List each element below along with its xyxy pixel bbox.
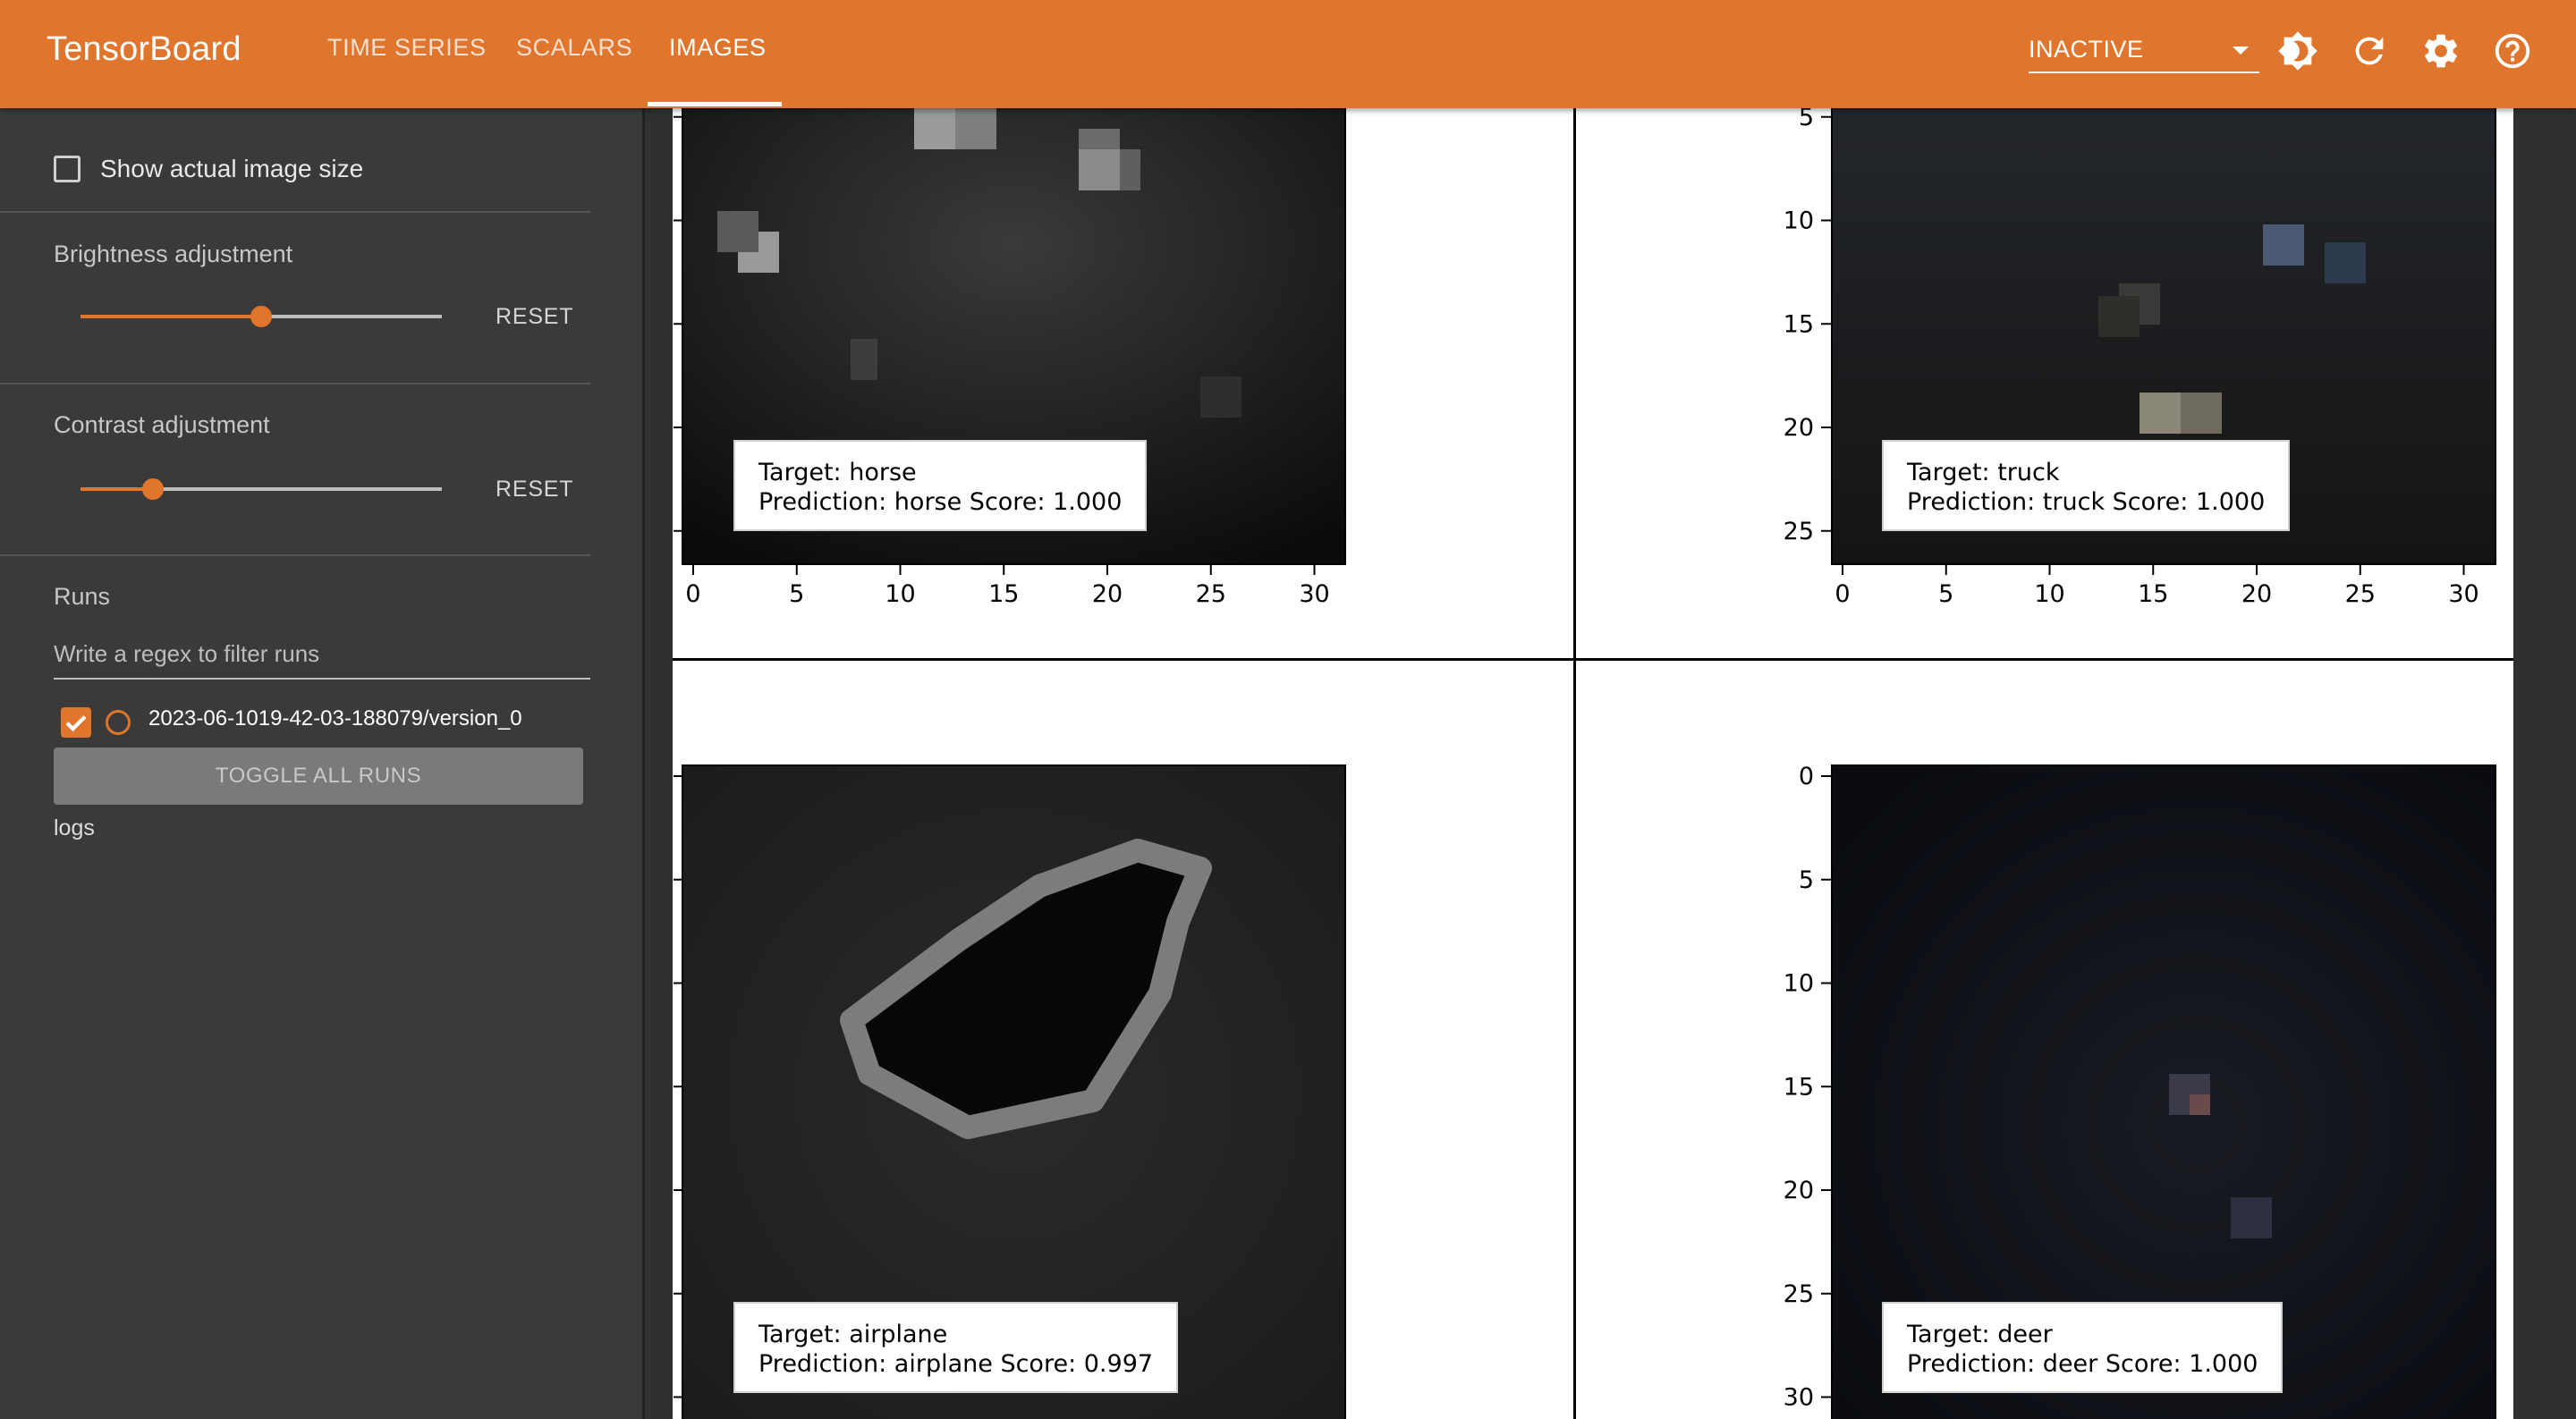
brightness-slider-thumb[interactable] bbox=[250, 306, 272, 327]
prediction-label: Prediction: truck Score: 1.000 bbox=[1907, 488, 2266, 516]
tick-label: 5 bbox=[1938, 580, 1953, 608]
tick-label: 30 bbox=[2448, 580, 2479, 608]
tick-label: 15 bbox=[1784, 1073, 1814, 1101]
divider bbox=[0, 211, 590, 213]
panel-divider-horizontal bbox=[673, 658, 2513, 661]
panel-divider-vertical bbox=[1573, 108, 1576, 1419]
tick-label: 15 bbox=[988, 580, 1019, 608]
tick-label: 30 bbox=[1299, 580, 1329, 608]
tick-label: 20 bbox=[1092, 580, 1123, 608]
tick-label: 25 bbox=[1196, 580, 1226, 608]
divider bbox=[0, 554, 590, 556]
tab-time-series[interactable]: TIME SERIES bbox=[327, 34, 487, 62]
run-checkbox[interactable] bbox=[61, 707, 91, 738]
tick-label: 25 bbox=[1784, 518, 1814, 545]
deer-prediction-box: Target: deer Prediction: deer Score: 1.0… bbox=[1882, 1302, 2284, 1393]
settings-icon[interactable] bbox=[2420, 30, 2462, 72]
images-main-panel: 0 5 10 15 20 25 30 0 5 10 15 20 25 30 5 10 15 20 25 0 5 10 15 2… bbox=[645, 108, 2576, 1419]
status-select-value: INACTIVE bbox=[2029, 36, 2144, 63]
tick-label: 20 bbox=[1784, 1177, 1814, 1204]
run-filter-placeholder: Write a regex to filter runs bbox=[54, 640, 320, 667]
contrast-reset-button[interactable]: RESET bbox=[496, 477, 573, 503]
active-tab-indicator bbox=[648, 102, 782, 106]
brightness-reset-button[interactable]: RESET bbox=[496, 304, 573, 330]
run-name: 2023-06-1019-42-03-188079/version_0 bbox=[148, 706, 522, 731]
tick-label: 10 bbox=[2034, 580, 2064, 608]
chevron-down-icon bbox=[2233, 46, 2249, 55]
horse-prediction-box: Target: horse Prediction: horse Score: 1… bbox=[733, 440, 1148, 531]
target-label: Target: airplane bbox=[758, 1321, 948, 1348]
figure-canvas: 0 5 10 15 20 25 30 0 5 10 15 20 25 30 5 10 15 20 25 0 5 10 15 2… bbox=[674, 108, 2496, 1419]
contrast-slider-thumb[interactable] bbox=[142, 478, 164, 500]
tick-label: 5 bbox=[789, 580, 804, 608]
tick-label: 30 bbox=[1784, 1384, 1814, 1412]
tick-label: 5 bbox=[1799, 108, 1814, 131]
truck-prediction-box: Target: truck Prediction: truck Score: 1… bbox=[1882, 440, 2291, 531]
tab-scalars[interactable]: SCALARS bbox=[516, 34, 632, 62]
refresh-icon[interactable] bbox=[2349, 30, 2390, 72]
brightness-label: Brightness adjustment bbox=[54, 241, 293, 267]
help-icon[interactable] bbox=[2492, 30, 2533, 72]
brightness-icon[interactable] bbox=[2277, 30, 2318, 72]
tick-label: 0 bbox=[685, 580, 700, 608]
tab-images[interactable]: IMAGES bbox=[669, 34, 767, 62]
tick-label: 15 bbox=[1784, 310, 1814, 338]
run-color-indicator[interactable] bbox=[106, 710, 131, 735]
tick-label: 25 bbox=[2345, 580, 2376, 608]
target-label: Target: truck bbox=[1907, 459, 2060, 486]
top-app-bar: TensorBoard TIME SERIES SCALARS IMAGES I… bbox=[0, 0, 2576, 108]
status-select[interactable]: INACTIVE bbox=[2029, 30, 2259, 73]
show-actual-size-checkbox[interactable] bbox=[54, 156, 80, 182]
prediction-label: Prediction: airplane Score: 0.997 bbox=[758, 1350, 1154, 1378]
app-brand[interactable]: TensorBoard bbox=[47, 30, 242, 69]
airplane-prediction-box: Target: airplane Prediction: airplane Sc… bbox=[733, 1302, 1179, 1393]
show-actual-size-label: Show actual image size bbox=[100, 155, 364, 182]
tick-label: 0 bbox=[1799, 763, 1814, 790]
divider bbox=[0, 383, 590, 384]
tick-label: 15 bbox=[2138, 580, 2168, 608]
target-label: Target: deer bbox=[1907, 1321, 2053, 1348]
tick-label: 10 bbox=[1784, 207, 1814, 235]
settings-sidebar: Show actual image size Brightness adjust… bbox=[0, 108, 644, 1419]
tick-label: 20 bbox=[2241, 580, 2272, 608]
target-label: Target: horse bbox=[758, 459, 917, 486]
toggle-all-runs-button[interactable]: TOGGLE ALL RUNS bbox=[54, 748, 583, 805]
tick-label: 5 bbox=[1799, 866, 1814, 894]
runs-heading: Runs bbox=[54, 583, 111, 610]
prediction-label: Prediction: deer Score: 1.000 bbox=[1907, 1350, 2258, 1378]
prediction-label: Prediction: horse Score: 1.000 bbox=[758, 488, 1123, 516]
tick-label: 10 bbox=[885, 580, 915, 608]
prediction-figure[interactable]: 0 5 10 15 20 25 30 0 5 10 15 20 25 30 5 10 15 20 25 0 5 10 15 2… bbox=[673, 108, 2513, 1419]
brightness-slider-fill bbox=[80, 315, 261, 318]
run-filter-input[interactable]: Write a regex to filter runs bbox=[54, 631, 590, 680]
tick-label: 10 bbox=[1784, 970, 1814, 998]
check-icon bbox=[65, 715, 87, 732]
tick-label: 0 bbox=[1835, 580, 1850, 608]
contrast-label: Contrast adjustment bbox=[54, 411, 270, 438]
run-group-label: logs bbox=[54, 815, 95, 840]
tick-label: 20 bbox=[1784, 414, 1814, 442]
tick-label: 25 bbox=[1784, 1280, 1814, 1308]
